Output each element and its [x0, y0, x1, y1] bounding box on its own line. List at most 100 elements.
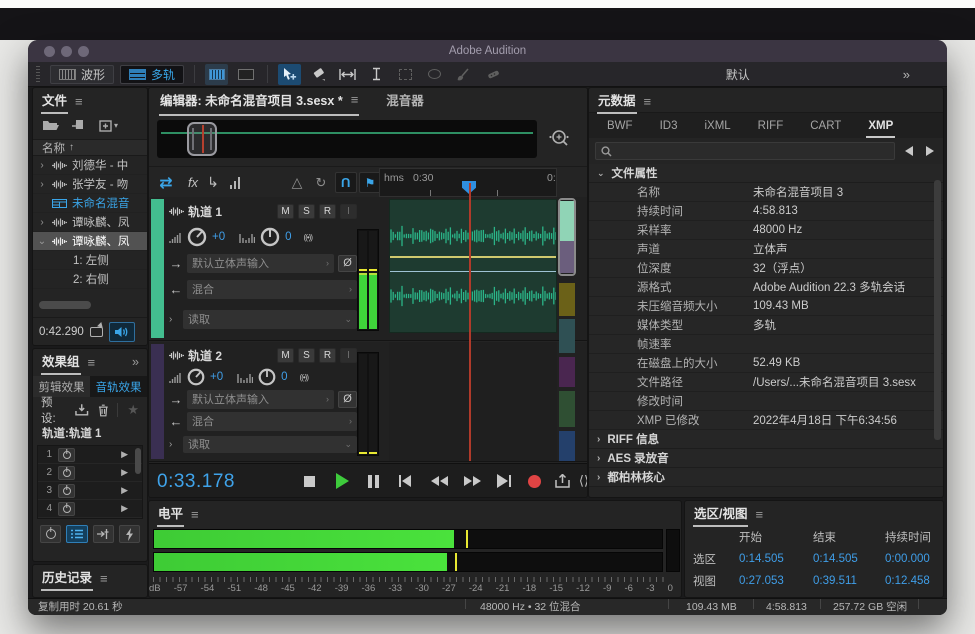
- panel-menu-icon[interactable]: ≡: [755, 507, 763, 522]
- metadata-row[interactable]: 未压缩音频大小109.43 MB: [589, 297, 943, 316]
- marquee-selection-tool-button[interactable]: [394, 64, 417, 85]
- volume-value[interactable]: +0: [210, 371, 223, 383]
- volume-value[interactable]: +0: [212, 231, 225, 243]
- expand-icon[interactable]: ›: [37, 217, 47, 228]
- spectral-pitch-display-button[interactable]: [234, 64, 257, 85]
- effect-slot[interactable]: 3 ▶: [38, 482, 142, 500]
- levels-panel-tab[interactable]: 电平: [157, 501, 184, 527]
- metadata-row[interactable]: XMP 已修改2022年4月18日 下午6:34:56: [589, 411, 943, 430]
- new-media-button[interactable]: ▾: [99, 120, 118, 132]
- view-duration[interactable]: 0:12.458: [885, 575, 944, 587]
- riff-info-section[interactable]: › RIFF 信息: [589, 430, 943, 449]
- play-button[interactable]: [332, 463, 352, 498]
- paintbrush-tool-button[interactable]: [452, 64, 475, 85]
- workspace-selector[interactable]: 默认: [633, 66, 843, 83]
- effects-list-toggle-button[interactable]: [66, 525, 87, 543]
- auto-play-button[interactable]: [109, 322, 135, 342]
- solo-button[interactable]: S: [298, 204, 315, 219]
- razor-tool-button[interactable]: [307, 64, 330, 85]
- effect-slot[interactable]: 1 ▶: [38, 446, 142, 464]
- panel-menu-icon[interactable]: ≡: [88, 355, 96, 370]
- slots-scrollbar[interactable]: [135, 448, 141, 474]
- arm-record-button[interactable]: R: [319, 348, 336, 363]
- metering-icon[interactable]: [225, 172, 245, 193]
- aes-section[interactable]: › AES 录放音: [589, 449, 943, 468]
- panel-menu-icon[interactable]: ≡: [644, 94, 652, 109]
- track-output-selector[interactable]: 混合 ›: [187, 412, 357, 431]
- metadata-row[interactable]: 文件路径/Users/...未命名混音项目 3.sesx: [589, 373, 943, 392]
- slot-arrow-icon[interactable]: ▶: [121, 449, 128, 460]
- metadata-row[interactable]: 持续时间4:58.813: [589, 202, 943, 221]
- panel-menu-icon[interactable]: ≡: [75, 94, 83, 109]
- metadata-row[interactable]: 源格式Adobe Audition 22.3 多轨会话: [589, 278, 943, 297]
- go-to-end-button[interactable]: [493, 463, 515, 498]
- pan-value[interactable]: 0: [285, 231, 291, 243]
- zoom-navigator[interactable]: [157, 120, 537, 158]
- track-output-selector[interactable]: 混合 ›: [187, 280, 357, 299]
- track-input-selector[interactable]: 默认立体声输入 ›: [187, 254, 334, 273]
- metadata-row[interactable]: 修改时间: [589, 392, 943, 411]
- effects-panel-tab[interactable]: 效果组: [41, 349, 81, 375]
- minimize-window-button[interactable]: [61, 46, 72, 57]
- show-effects-icon[interactable]: fx: [183, 172, 203, 193]
- pan-value[interactable]: 0: [281, 371, 287, 383]
- metadata-row[interactable]: 媒体类型多轨: [589, 316, 943, 335]
- track-color-strip[interactable]: [151, 344, 164, 459]
- metronome-icon[interactable]: △: [286, 172, 308, 193]
- import-file-icon[interactable]: [71, 119, 88, 132]
- effect-power-button[interactable]: [58, 502, 75, 516]
- metadata-row[interactable]: 在磁盘上的大小52.49 KB: [589, 354, 943, 373]
- selection-start[interactable]: 0:14.505: [739, 553, 813, 565]
- punch-record-icon[interactable]: ↻: [310, 172, 332, 193]
- spectral-frequency-display-button[interactable]: [205, 64, 228, 85]
- panel-menu-icon[interactable]: ≡: [351, 92, 359, 107]
- automation-mode-selector[interactable]: 读取 ⌄: [183, 310, 357, 329]
- editor-tab[interactable]: 编辑器: 未命名混音项目 3.sesx * ≡: [159, 87, 359, 116]
- selection-duration[interactable]: 0:00.000: [885, 553, 944, 565]
- selection-view-tab[interactable]: 选区/视图: [693, 501, 748, 527]
- automation-expand-icon[interactable]: ›: [169, 439, 179, 450]
- mute-button[interactable]: M: [277, 204, 294, 219]
- empty-clip-lane[interactable]: [389, 342, 557, 461]
- previous-field-button[interactable]: [901, 143, 916, 159]
- track-input-selector[interactable]: 默认立体声输入 ›: [187, 390, 334, 409]
- files-panel-tab[interactable]: 文件: [41, 88, 68, 114]
- spot-healing-brush-tool-button[interactable]: [481, 64, 504, 85]
- phase-invert-button[interactable]: Ø: [338, 255, 357, 272]
- dublin-core-section[interactable]: › 都柏林核心: [589, 468, 943, 487]
- monitor-input-button[interactable]: I: [340, 204, 357, 219]
- send-routing-icon[interactable]: ↳: [205, 172, 221, 193]
- loop-toggle-icon[interactable]: ⇄: [153, 172, 179, 193]
- lasso-selection-tool-button[interactable]: [423, 64, 446, 85]
- rack-power-button[interactable]: [40, 525, 61, 543]
- save-preset-icon[interactable]: [75, 404, 89, 416]
- zoom-tool-icon[interactable]: [547, 126, 573, 152]
- freeze-track-button[interactable]: [119, 525, 140, 543]
- maximize-window-button[interactable]: [78, 46, 89, 57]
- track-name[interactable]: 轨道 2: [188, 347, 273, 364]
- solo-button[interactable]: S: [298, 348, 315, 363]
- multitrack-view-button[interactable]: 多轨: [120, 65, 184, 84]
- effect-slot[interactable]: 4 ▶: [38, 500, 142, 518]
- metadata-scrollbar[interactable]: [934, 180, 941, 440]
- mixer-tab[interactable]: 混音器: [385, 87, 425, 116]
- tab-bwf[interactable]: BWF: [605, 117, 635, 138]
- effect-power-button[interactable]: [58, 484, 75, 498]
- time-selection-tool-button[interactable]: [336, 64, 359, 85]
- export-clip-button[interactable]: [551, 463, 573, 498]
- track-name[interactable]: 轨道 1: [188, 203, 273, 220]
- delete-preset-icon[interactable]: [98, 404, 109, 417]
- expand-icon[interactable]: ›: [37, 179, 47, 190]
- loop-playback-icon[interactable]: [90, 327, 103, 337]
- effect-power-button[interactable]: [58, 466, 75, 480]
- panel-menu-icon[interactable]: ≡: [100, 571, 108, 586]
- horizontal-scrollbar[interactable]: [39, 301, 91, 309]
- metadata-row[interactable]: 帧速率: [589, 335, 943, 354]
- file-channel-row[interactable]: 1: 左侧: [33, 251, 147, 270]
- tab-ixml[interactable]: iXML: [702, 117, 732, 138]
- record-button[interactable]: [524, 463, 544, 498]
- next-field-button[interactable]: [922, 143, 937, 159]
- slot-arrow-icon[interactable]: ▶: [121, 467, 128, 478]
- slot-arrow-icon[interactable]: ▶: [121, 503, 128, 514]
- go-to-start-button[interactable]: [394, 463, 416, 498]
